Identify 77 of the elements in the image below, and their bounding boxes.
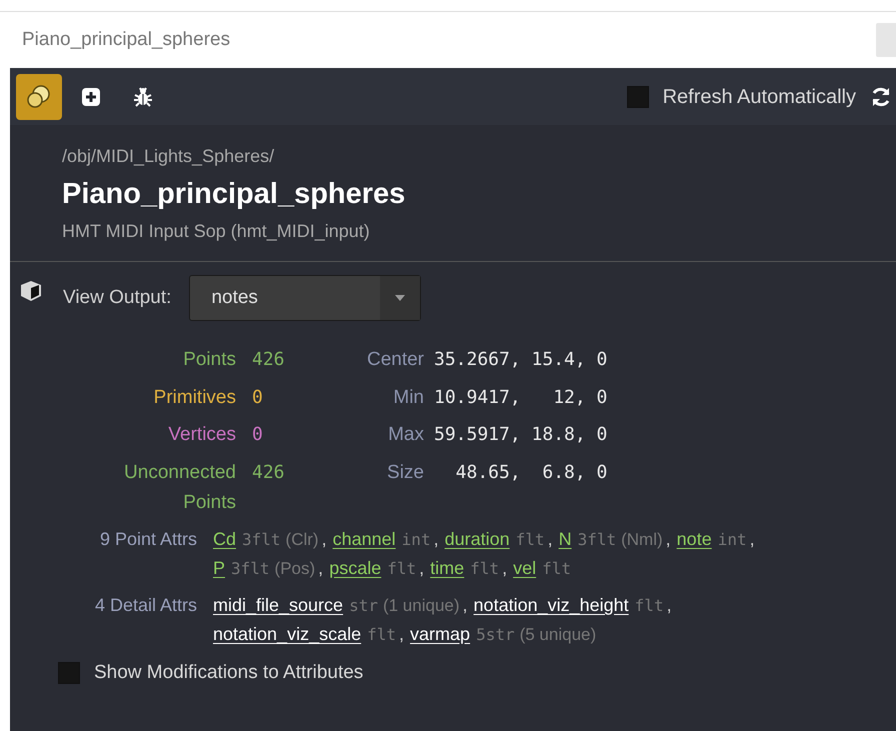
bounds-label: Max (387, 423, 424, 447)
cube-icon (18, 279, 44, 303)
attribute-link[interactable]: N (558, 525, 572, 554)
attrs-label: 4 Detail Attrs (94, 594, 197, 617)
attribute-type: flt (516, 529, 545, 551)
refresh-checkbox[interactable] (626, 86, 649, 108)
comma: , (750, 528, 755, 551)
attrs-label: 9 Point Attrs (98, 528, 197, 551)
attribute-type: 5str (476, 624, 515, 646)
attribute-type: int (718, 529, 747, 551)
bug-icon (132, 86, 154, 108)
attribute-link[interactable]: notation_viz_scale (213, 620, 362, 649)
attribute-link[interactable]: midi_file_source (213, 591, 344, 620)
bounds-value: 48.65, 6.8, 0 (454, 460, 608, 484)
count-label: Vertices (167, 423, 236, 447)
attribute-note: (Pos) (274, 558, 316, 580)
attribute-link[interactable]: note (676, 525, 712, 554)
comma: , (318, 557, 324, 580)
attribute-link[interactable]: pscale (329, 554, 382, 583)
attribute-link[interactable]: notation_viz_height (474, 591, 629, 620)
attribute-note: (1 unique) (382, 595, 460, 617)
attribute-type: 3flt (231, 558, 270, 580)
attribute-link[interactable]: vel (513, 554, 536, 583)
count-value: 426 (251, 460, 286, 484)
attribute-type: flt (387, 558, 416, 580)
refresh-icon[interactable] (870, 86, 892, 108)
count-label: Primitives (152, 386, 236, 410)
attribute-link[interactable]: duration (444, 525, 510, 554)
attribute-type: flt (542, 558, 571, 580)
add-icon (81, 86, 101, 106)
bounds-value: 10.9417, 12, 0 (433, 386, 608, 410)
node-name: Piano_principal_spheres (62, 177, 406, 212)
bounds-value: 59.5917, 18.8, 0 (433, 423, 608, 447)
attribute-type: 3flt (578, 529, 616, 551)
node-path: /obj/MIDI_Lights_Spheres/ (62, 145, 276, 168)
bounds-label: Size (386, 460, 424, 484)
comma: , (434, 528, 439, 551)
toolbar-button[interactable] (16, 74, 62, 120)
comma: , (419, 557, 424, 580)
count-label: Points (182, 348, 236, 372)
view-output-label: View Output: (63, 286, 172, 310)
comma: , (502, 557, 508, 580)
view-output-dropdown[interactable]: notes (189, 275, 422, 321)
count-label: Unconnected Points (123, 460, 236, 514)
bounds-label: Min (392, 386, 424, 410)
dropdown-caret-icon (395, 295, 406, 301)
comma: , (462, 594, 468, 617)
attribute-link[interactable]: P (213, 554, 226, 583)
comma: , (666, 594, 672, 617)
attribute-type: str (349, 595, 378, 617)
bounds-value: 35.2667, 15.4, 0 (433, 348, 608, 372)
count-value: 0 (251, 386, 264, 410)
window-title: Piano_principal_spheres (22, 28, 230, 52)
count-value: 0 (251, 423, 264, 447)
attribute-link[interactable]: channel (332, 525, 396, 554)
attribute-note: (Nml) (621, 529, 663, 551)
attribute-type: flt (470, 558, 500, 580)
attribute-type: flt (367, 624, 396, 646)
attribute-link[interactable]: Cd (213, 525, 236, 554)
attribute-type: int (402, 529, 431, 551)
attribute-link[interactable]: time (430, 554, 464, 583)
attribute-link[interactable]: varmap (410, 620, 470, 649)
attribute-type: 3flt (242, 529, 281, 551)
refresh-label: Refresh Automatically (662, 84, 856, 110)
bounds-label: Center (366, 348, 424, 372)
attribute-type: flt (634, 595, 664, 617)
comma: , (548, 528, 553, 551)
node-type: HMT MIDI Input Sop (hmt_MIDI_input) (62, 220, 371, 243)
attribute-note: (Clr) (286, 529, 319, 551)
spheres-icon (26, 84, 52, 110)
show-modifications-label: Show Modifications to Attributes (94, 661, 364, 685)
show-modifications-checkbox[interactable] (58, 662, 80, 684)
count-value: 426 (251, 348, 286, 372)
attribute-note: (5 unique) (520, 624, 596, 646)
comma: , (322, 528, 327, 551)
comma: , (666, 528, 671, 551)
comma: , (399, 623, 404, 646)
